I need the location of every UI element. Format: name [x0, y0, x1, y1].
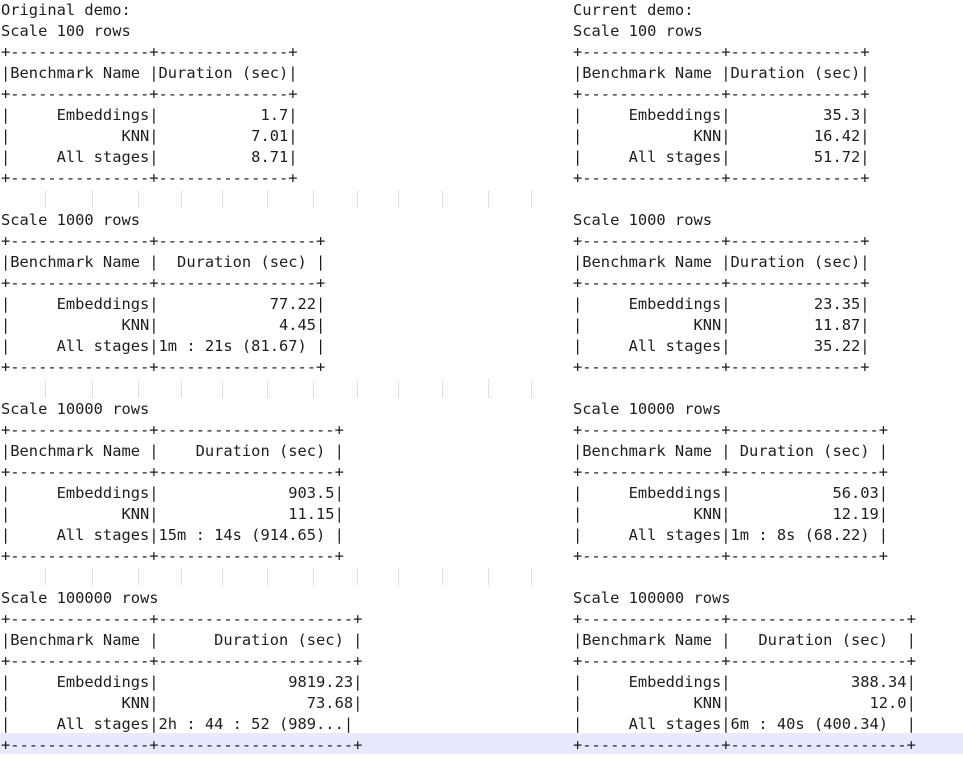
- text-line: +---------------+---------------------+: [1, 652, 363, 670]
- text-line: | All stages|15m : 14s (914.65) |: [1, 526, 344, 544]
- text-line: +---------------+---------------------+: [1, 736, 363, 754]
- text-line: +---------------+--------------+: [573, 43, 870, 61]
- text-line: +---------------+--------------+: [573, 274, 870, 292]
- text-line: | KNN| 12.0|: [573, 694, 916, 712]
- text-line: +---------------+-----------------+: [1, 358, 326, 376]
- text-line: Scale 1000 rows: [573, 211, 712, 229]
- text-editor[interactable]: Original demo: Scale 100 rows +-----------…: [0, 0, 963, 760]
- text-line: Scale 100000 rows: [573, 589, 731, 607]
- text-line: | All stages| 8.71|: [1, 148, 298, 166]
- text-line: | All stages|1m : 21s (81.67) |: [1, 337, 326, 355]
- text-line: [573, 189, 916, 210]
- text-line: | KNN| 16.42|: [573, 127, 870, 145]
- text-line: | All stages|2h : 44 : 52 (989...|: [1, 715, 354, 733]
- text-line: +---------------+--------------+: [1, 43, 298, 61]
- text-line: +---------------+-------------------+: [573, 610, 916, 628]
- text-line: +---------------+---------------------+: [1, 610, 363, 628]
- text-line: |Benchmark Name | Duration (sec) |: [573, 442, 889, 460]
- indent-guide: [531, 191, 532, 208]
- text-line: +---------------+--------------+: [573, 232, 870, 250]
- text-line: +---------------+-------------------+: [573, 736, 916, 754]
- indent-guide: [531, 569, 532, 586]
- text-line: | KNN| 7.01|: [1, 127, 298, 145]
- indent-guide: [398, 191, 399, 208]
- text-line: |Benchmark Name | Duration (sec) |: [573, 631, 916, 649]
- text-line: | Embeddings| 35.3|: [573, 106, 870, 124]
- text-line: [573, 567, 916, 588]
- text-line: +---------------+--------------+: [573, 169, 870, 187]
- text-line: |Benchmark Name | Duration (sec) |: [1, 442, 344, 460]
- text-line: [1, 378, 362, 399]
- text-line: +---------------+-------------------+: [573, 652, 916, 670]
- text-line: | Embeddings| 23.35|: [573, 295, 870, 313]
- text-line: | Embeddings| 77.22|: [1, 295, 326, 313]
- text-line: | All stages| 51.72|: [573, 148, 870, 166]
- indent-guide: [488, 569, 489, 586]
- text-line: | KNN| 12.19|: [573, 505, 889, 523]
- text-line: +---------------+----------------+: [573, 463, 889, 481]
- text-line: | All stages|1m : 8s (68.22) |: [573, 526, 889, 544]
- text-line: Scale 100 rows: [573, 22, 703, 40]
- text-line: +---------------+-------------------+: [1, 421, 344, 439]
- indent-guide: [531, 380, 532, 397]
- text-line: Scale 1000 rows: [1, 211, 140, 229]
- indent-guide: [488, 191, 489, 208]
- text-line: [1, 189, 362, 210]
- text-line: | KNN| 11.15|: [1, 505, 344, 523]
- text-line: +---------------+--------------+: [573, 358, 870, 376]
- text-line: Original demo:: [1, 1, 131, 19]
- text-line: Scale 100 rows: [1, 22, 131, 40]
- indent-guide: [442, 569, 443, 586]
- text-line: +---------------+-------------------+: [1, 547, 344, 565]
- text-line: Scale 10000 rows: [573, 400, 722, 418]
- text-line: |Benchmark Name | Duration (sec) |: [1, 631, 363, 649]
- text-line: +---------------+-----------------+: [1, 232, 326, 250]
- text-line: +---------------+-----------------+: [1, 274, 326, 292]
- indent-guide: [488, 380, 489, 397]
- text-line: +---------------+--------------+: [1, 85, 298, 103]
- text-line: | Embeddings| 1.7|: [1, 106, 298, 124]
- text-line: | Embeddings| 388.34|: [573, 673, 916, 691]
- text-line: | Embeddings| 903.5|: [1, 484, 344, 502]
- current-demo-column: Current demo: Scale 100 rows +------------…: [573, 0, 916, 756]
- text-line: Scale 100000 rows: [1, 589, 159, 607]
- text-line: | All stages|6m : 40s (400.34) |: [573, 715, 916, 733]
- text-line: Current demo:: [573, 1, 694, 19]
- text-line: |Benchmark Name |Duration (sec)|: [573, 253, 870, 271]
- text-line: Scale 10000 rows: [1, 400, 150, 418]
- indent-guide: [442, 191, 443, 208]
- text-line: [573, 378, 916, 399]
- text-line: +---------------+----------------+: [573, 421, 889, 439]
- text-line: | All stages| 35.22|: [573, 337, 870, 355]
- text-line: [1, 567, 362, 588]
- text-line: | Embeddings| 56.03|: [573, 484, 889, 502]
- indent-guide: [398, 569, 399, 586]
- text-line: +---------------+-------------------+: [1, 463, 344, 481]
- indent-guide: [398, 380, 399, 397]
- text-line: |Benchmark Name |Duration (sec)|: [573, 64, 870, 82]
- text-line: +---------------+--------------+: [1, 169, 298, 187]
- text-line: | KNN| 73.68|: [1, 694, 363, 712]
- text-line: +---------------+----------------+: [573, 547, 889, 565]
- text-line: |Benchmark Name |Duration (sec)|: [1, 64, 298, 82]
- text-line: | KNN| 11.87|: [573, 316, 870, 334]
- text-line: | KNN| 4.45|: [1, 316, 326, 334]
- text-line: | Embeddings| 9819.23|: [1, 673, 363, 691]
- indent-guide: [442, 380, 443, 397]
- original-demo-column: Original demo: Scale 100 rows +-----------…: [1, 0, 362, 756]
- text-line: +---------------+--------------+: [573, 85, 870, 103]
- text-line: |Benchmark Name | Duration (sec) |: [1, 253, 326, 271]
